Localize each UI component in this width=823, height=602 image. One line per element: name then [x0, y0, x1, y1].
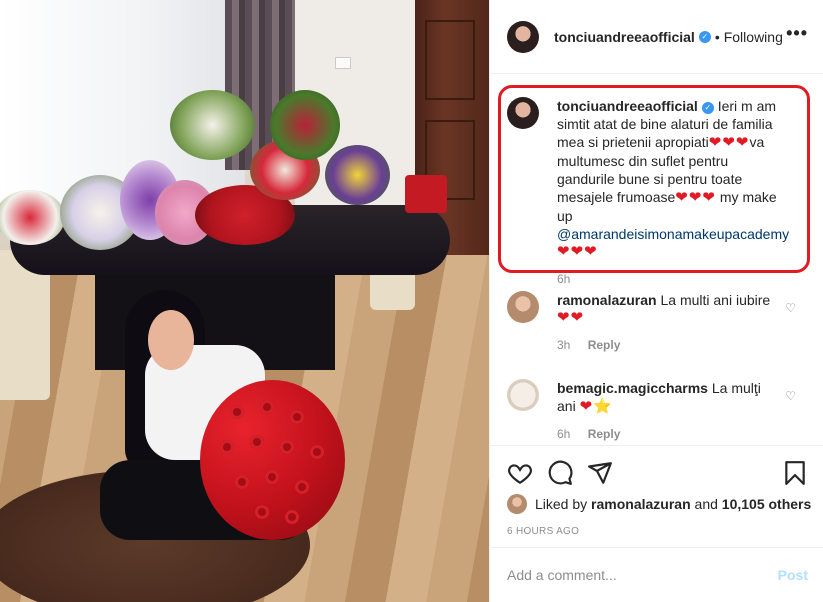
save-icon[interactable]	[782, 460, 808, 486]
commenter-avatar[interactable]	[507, 379, 539, 411]
heart-emoji: ❤	[579, 398, 594, 415]
reply-button[interactable]: Reply	[588, 427, 621, 441]
commenter-avatar[interactable]	[507, 291, 539, 323]
caption: tonciuandreeaofficial ✓ Ieri m am simtit …	[507, 97, 789, 288]
rose	[280, 440, 294, 454]
comments-section[interactable]: tonciuandreeaofficial ✓ Ieri m am simtit …	[490, 75, 823, 445]
photo-light-switch	[335, 57, 351, 69]
liker-username[interactable]: ramonalazuran	[591, 496, 691, 512]
heart-emoji: ❤❤	[557, 309, 585, 326]
rose	[220, 440, 234, 454]
post-timestamp[interactable]: 6 HOURS AGO	[507, 526, 579, 537]
author-avatar[interactable]	[507, 97, 539, 129]
post-comment-button[interactable]: Post	[778, 567, 808, 583]
post-actions: Liked by ramonalazuran and 10,105 others…	[490, 445, 823, 555]
separator-dot: •	[714, 28, 720, 45]
author-username[interactable]: tonciuandreeaofficial	[554, 29, 695, 45]
liker-avatar[interactable]	[507, 494, 527, 514]
photo-bouquet	[170, 90, 255, 160]
following-button[interactable]: Following	[724, 29, 783, 45]
photo-rose-bouquet	[200, 380, 345, 540]
reply-button[interactable]: Reply	[588, 338, 621, 352]
post-sidebar: tonciuandreeaofficial ✓ • Following ••• …	[489, 0, 823, 602]
like-comment-heart-icon[interactable]: ♡	[785, 389, 796, 403]
comment-meta: 6h Reply	[557, 425, 767, 443]
comment-text: La multi ani iubire	[660, 292, 771, 308]
comment: bemagic.magiccharms La mulţi ani ❤⭐ 6h R…	[507, 379, 767, 443]
photo-gift-box	[405, 175, 447, 213]
comment-author[interactable]: ramonalazuran	[557, 292, 657, 308]
likes-prefix: Liked by	[535, 496, 588, 512]
post-header: tonciuandreeaofficial ✓ • Following •••	[490, 0, 823, 74]
rose	[235, 475, 249, 489]
rose	[260, 400, 274, 414]
photo-bouquet	[270, 90, 340, 160]
more-options-icon[interactable]: •••	[786, 24, 808, 42]
post-photo[interactable]	[0, 0, 489, 602]
comment-input[interactable]: Add a comment...	[507, 567, 617, 583]
likes-summary: Liked by ramonalazuran and 10,105 others	[507, 494, 811, 514]
add-comment-bar: Add a comment... Post	[490, 547, 823, 602]
rose	[265, 470, 279, 484]
rose	[285, 510, 299, 524]
verified-icon: ✓	[701, 102, 714, 114]
star-emoji: ⭐	[593, 398, 612, 415]
comment-time[interactable]: 3h	[557, 338, 570, 352]
comment-author[interactable]: bemagic.magiccharms	[557, 380, 708, 396]
photo-person-face	[148, 310, 194, 370]
comment: ramonalazuran La multi ani iubire ❤❤ 3h …	[507, 291, 797, 354]
photo-door-panel	[425, 20, 475, 100]
heart-emoji: ❤❤❤	[675, 189, 716, 206]
caption-author[interactable]: tonciuandreeaofficial	[557, 98, 698, 114]
heart-emoji: ❤❤❤	[557, 243, 598, 260]
share-icon[interactable]	[587, 460, 613, 486]
caption-time[interactable]: 6h	[557, 272, 570, 286]
rose	[255, 505, 269, 519]
like-comment-heart-icon[interactable]: ♡	[785, 301, 796, 315]
comment-time[interactable]: 6h	[557, 427, 570, 441]
heart-icon[interactable]	[507, 460, 533, 486]
heart-emoji: ❤❤❤	[708, 134, 750, 151]
comment-icon[interactable]	[547, 460, 573, 486]
rose	[290, 410, 304, 424]
likes-count[interactable]: 10,105 others	[722, 496, 812, 512]
mention-link[interactable]: @amarandeisimonamakeupacademy	[557, 226, 789, 242]
rose	[310, 445, 324, 459]
author-avatar[interactable]	[507, 20, 539, 53]
rose	[295, 480, 309, 494]
caption-meta: 6h	[557, 270, 785, 288]
photo-bouquet	[325, 145, 390, 205]
rose	[230, 405, 244, 419]
comment-meta: 3h Reply	[557, 336, 797, 354]
rose	[250, 435, 264, 449]
verified-icon: ✓	[698, 30, 711, 43]
likes-middle: and	[694, 496, 718, 512]
